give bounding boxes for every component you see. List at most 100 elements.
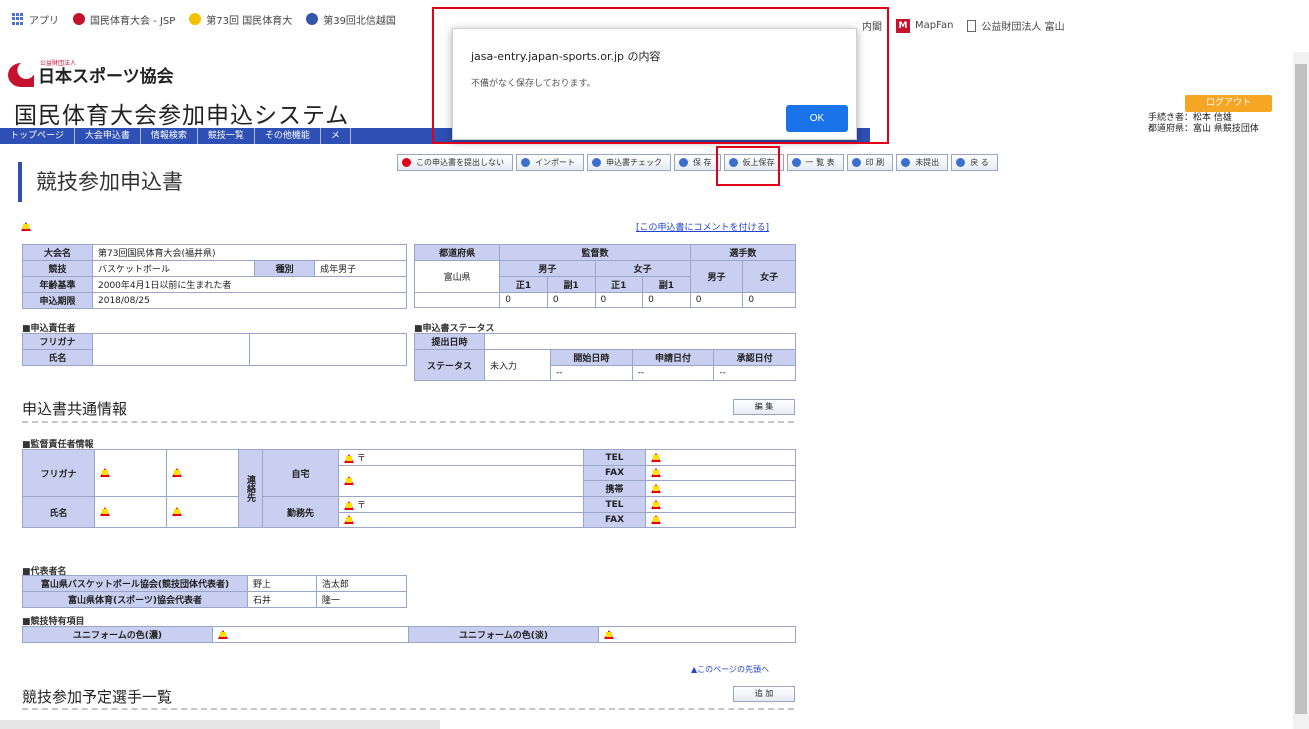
import-button[interactable]: インポート — [516, 154, 584, 171]
row-value: 2018/08/25 — [92, 292, 407, 309]
work-zip-cell[interactable]: 〒 — [338, 496, 584, 513]
warning-icon — [218, 629, 228, 639]
print-button[interactable]: 印 刷 — [846, 154, 894, 171]
cell-empty — [413, 292, 501, 308]
table-row: 0 0 0 0 0 0 — [413, 292, 796, 308]
table-row: 年齢基準 2000年4月1日以前に生まれた者 — [22, 276, 407, 293]
bookmark-mapfan[interactable]: M MapFan — [896, 18, 954, 33]
pref-name: 富山県 — [413, 260, 501, 293]
bookmark-label: 公益財団法人 富山 — [981, 22, 1065, 33]
nav-search[interactable]: 情報検索 — [141, 128, 198, 144]
scroll-thumb[interactable] — [1295, 64, 1307, 714]
button-label: 保 存 — [693, 158, 712, 167]
row-label: 年齢基準 — [22, 276, 93, 293]
surname-cell[interactable] — [94, 496, 167, 528]
warning-icon — [651, 452, 661, 462]
warning-icon — [344, 501, 354, 510]
site-favicon-icon — [189, 13, 202, 25]
bookmark-item[interactable]: 公益財団法人 富山 — [967, 18, 1065, 33]
bookmark-label: 第73回 国民体育大 — [206, 15, 293, 27]
edit-common-button[interactable]: 編 集 — [733, 399, 795, 415]
button-label: インポート — [535, 158, 575, 167]
check-button[interactable]: 申込書チェック — [587, 154, 671, 171]
rep-given: 隆一 — [315, 591, 408, 608]
home-zip-cell[interactable]: 〒 — [338, 449, 584, 466]
players-title: 競技参加予定選手一覧 — [22, 688, 173, 706]
col-header: 女子 — [594, 260, 691, 277]
table-row: フリガナ — [22, 333, 407, 366]
print-icon — [851, 158, 861, 167]
work-address-cell[interactable] — [338, 512, 584, 528]
bookmark-item[interactable]: 第39回北信越国 — [306, 12, 396, 27]
add-player-button[interactable]: 追 加 — [733, 686, 795, 702]
nav-entry[interactable]: 大会申込書 — [75, 128, 141, 144]
import-icon — [521, 158, 530, 167]
bookmark-label: アプリ — [29, 15, 59, 27]
list-icon — [791, 158, 801, 167]
col-header: 申請日付 — [631, 349, 715, 366]
applicant-name-value — [249, 333, 407, 366]
nav-list[interactable]: 競技一覧 — [198, 128, 255, 144]
work-tel-cell[interactable] — [645, 496, 796, 513]
site-logo[interactable]: 公益財団法人 日本スポーツ協会 — [8, 60, 174, 87]
bookmark-item[interactable]: 第73回 国民体育大 — [189, 12, 292, 27]
col-header: 承認日付 — [713, 349, 796, 366]
cancel-icon — [402, 158, 411, 167]
bookmark-item[interactable]: 国民体育大会 - JSP — [73, 12, 175, 27]
given-name-cell[interactable] — [166, 496, 239, 528]
row-label: フリガナ — [22, 333, 93, 350]
row-label: TEL — [583, 449, 646, 466]
table-row: 富山県バスケットボール協会(競技団体代表者) 野上 浩太郎 — [22, 575, 408, 592]
table-row: 申込期限 2018/08/25 — [22, 292, 407, 309]
button-label: 未提出 — [915, 158, 940, 167]
col-header: 副1 — [546, 276, 596, 293]
reps-table: 富山県バスケットボール協会(競技団体代表者) 野上 浩太郎 富山県体育(スポーツ… — [22, 575, 408, 608]
home-tel-cell[interactable] — [645, 449, 796, 466]
bookmark-apps[interactable]: アプリ — [12, 12, 59, 27]
highlight-box-dialog — [432, 7, 889, 144]
highlight-box-save — [716, 146, 780, 186]
rep-surname: 石井 — [247, 591, 317, 608]
rep-surname: 野上 — [247, 575, 317, 592]
table-row: ユニフォームの色(濃) ユニフォームの色(淡) — [22, 626, 796, 643]
list-button[interactable]: 一 覧 表 — [786, 154, 844, 171]
do-not-submit-button[interactable]: この申込書を提出しない — [397, 154, 513, 171]
nav-top[interactable]: トップページ — [0, 128, 75, 144]
mapfan-icon: M — [896, 18, 910, 33]
nav-other[interactable]: その他機能 — [255, 128, 321, 144]
col-header: 男子 — [499, 260, 596, 277]
common-info-title: 申込書共通情報 — [22, 400, 128, 418]
furigana-surname-cell[interactable] — [94, 449, 167, 497]
apps-grid-icon — [12, 13, 24, 25]
logout-button[interactable]: ログアウト — [1185, 95, 1272, 112]
col-header: 女子 — [742, 260, 796, 293]
save-icon — [679, 158, 688, 167]
warning-icon — [172, 468, 182, 477]
user-name: 手続き者：松本 信雄 — [1148, 113, 1232, 123]
row-value: 第73回国民体育大会(福井県) — [92, 244, 407, 261]
unsubmitted-button[interactable]: 未提出 — [896, 154, 949, 171]
work-fax-cell[interactable] — [645, 512, 796, 528]
vertical-scrollbar[interactable] — [1293, 52, 1309, 729]
add-comment-link[interactable]: [この申込書にコメントを付ける] — [636, 220, 769, 233]
back-button[interactable]: 戻 る — [951, 154, 998, 171]
warning-icon — [651, 515, 661, 524]
warning-icon — [651, 483, 661, 493]
uniform-secondary-cell[interactable] — [598, 626, 796, 643]
home-fax-cell[interactable] — [645, 465, 796, 481]
furigana-given-cell[interactable] — [166, 449, 239, 497]
table-row: 競技 バスケットボール 種別 成年男子 — [22, 260, 407, 277]
nav-more[interactable]: メ — [321, 128, 351, 144]
save-button[interactable]: 保 存 — [674, 154, 721, 171]
table-row: 富山県 男子 女子 男子 女子 — [413, 260, 796, 293]
page-top-link[interactable]: ▲このページの先頭へ — [691, 664, 769, 675]
uniform-primary-cell[interactable] — [212, 626, 409, 643]
home-address-cell[interactable] — [338, 465, 584, 497]
count-cell: 0 — [689, 292, 744, 308]
row-label: 携帯 — [583, 480, 646, 497]
jsa-logo-icon — [8, 63, 34, 87]
horizontal-scrollbar[interactable] — [0, 720, 440, 729]
count-cell: 0 — [594, 292, 644, 308]
bookmark-label: MapFan — [915, 20, 954, 31]
mobile-cell[interactable] — [645, 480, 796, 497]
